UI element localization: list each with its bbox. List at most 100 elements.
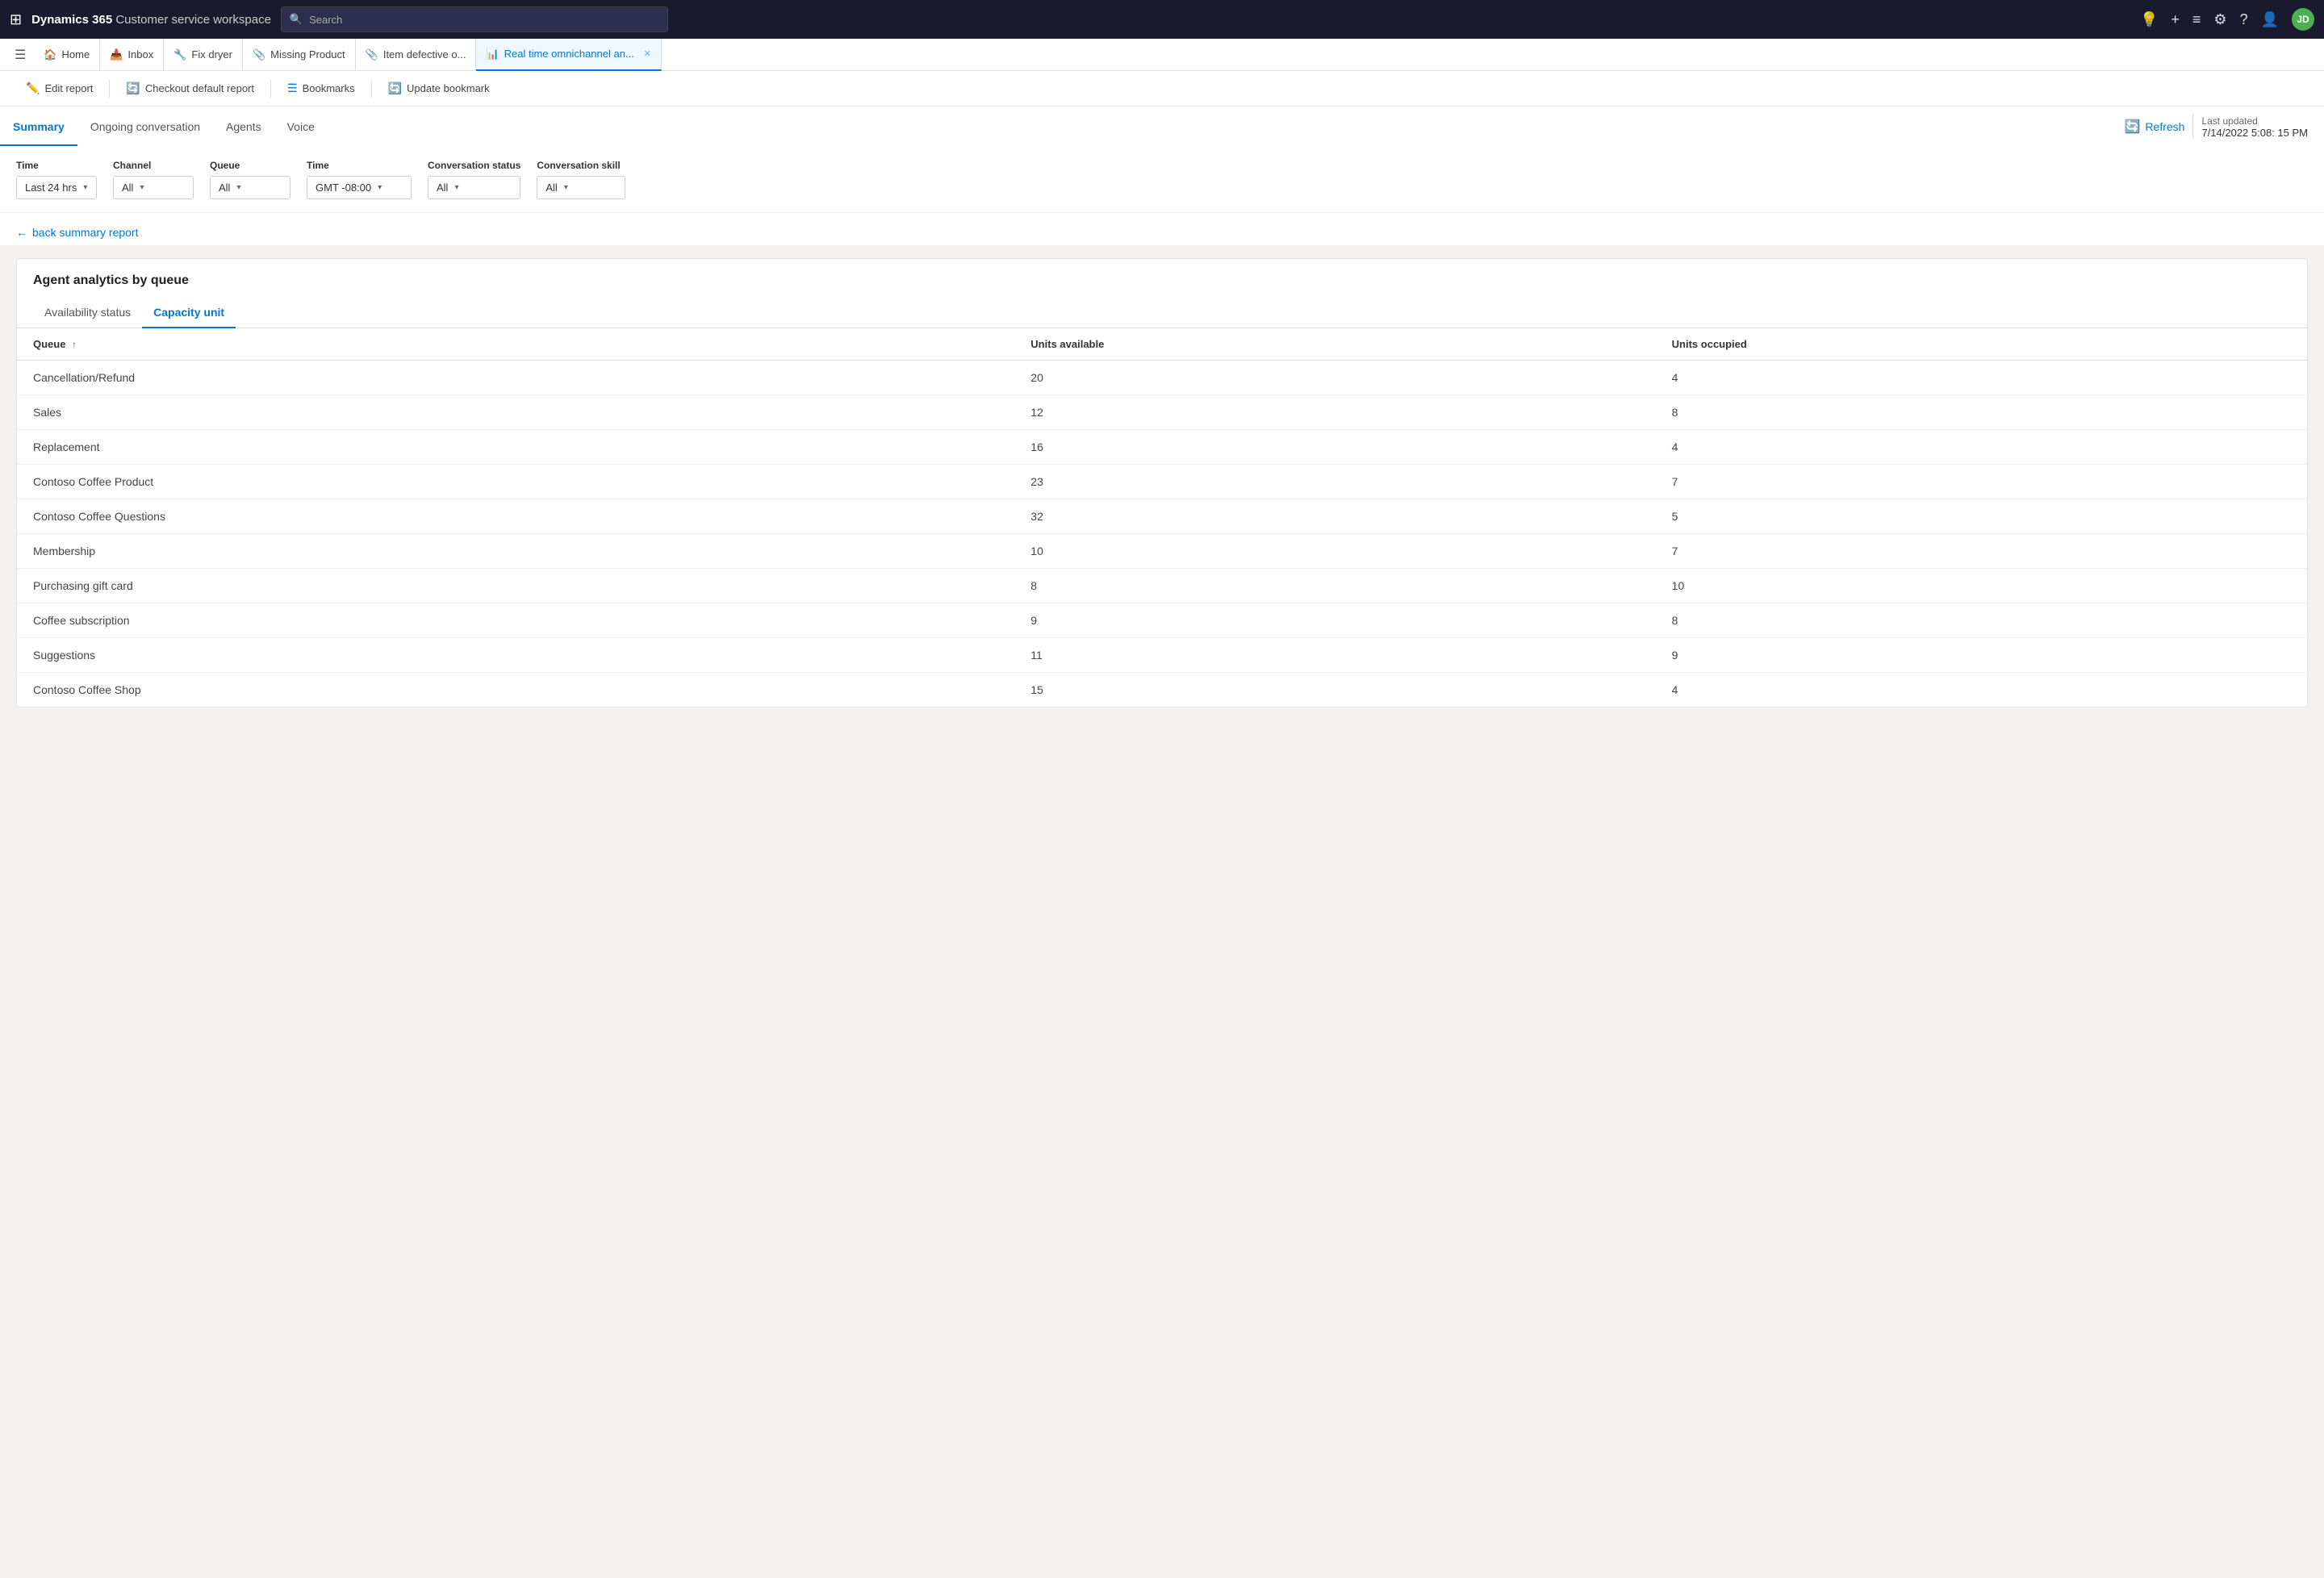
cell-queue-6: Purchasing gift card	[17, 569, 1014, 603]
filter-queue-select[interactable]: All ▾	[210, 176, 290, 199]
filter-time1-value: Last 24 hrs	[25, 182, 77, 194]
filter-conv-skill-label: Conversation skill	[537, 160, 625, 171]
grid-icon[interactable]: ⊞	[10, 11, 22, 28]
bookmarks-button[interactable]: ☰ Bookmarks	[278, 77, 365, 100]
cell-units-occupied-4: 5	[1656, 499, 2307, 534]
tab-realtime[interactable]: 📊 Real time omnichannel an... ✕	[476, 39, 662, 71]
filter-conv-skill-select[interactable]: All ▾	[537, 176, 625, 199]
cell-units-occupied-5: 7	[1656, 534, 2307, 569]
tab-inbox-label: Inbox	[127, 48, 153, 61]
filter-conv-status-value: All	[437, 182, 448, 194]
refresh-icon: 🔄	[2125, 119, 2141, 135]
avatar[interactable]: JD	[2292, 8, 2314, 31]
inbox-icon: 📥	[110, 48, 123, 61]
cell-queue-3: Contoso Coffee Product	[17, 465, 1014, 499]
checkout-default-button[interactable]: 🔄 Checkout default report	[116, 77, 264, 100]
tab-fix-dryer[interactable]: 🔧 Fix dryer	[164, 39, 243, 71]
edit-icon: ✏️	[26, 81, 40, 95]
cell-queue-5: Membership	[17, 534, 1014, 569]
filter-queue-value: All	[219, 182, 230, 194]
hamburger-menu[interactable]: ☰	[6, 47, 34, 63]
tab-summary[interactable]: Summary	[0, 109, 77, 146]
menu-icon[interactable]: ≡	[2192, 11, 2201, 28]
filter-queue: Queue All ▾	[210, 160, 290, 199]
table-row: Sales 12 8	[17, 395, 2307, 430]
analytics-card: Agent analytics by queue Availability st…	[16, 258, 2308, 708]
table-row: Coffee subscription 9 8	[17, 603, 2307, 638]
refresh-button[interactable]: 🔄 Refresh	[2125, 119, 2185, 135]
table-row: Replacement 16 4	[17, 430, 2307, 465]
notifications-icon[interactable]: 👤	[2261, 11, 2279, 28]
filter-queue-label: Queue	[210, 160, 290, 171]
chevron-time2: ▾	[378, 183, 382, 192]
tab-missing-product-label: Missing Product	[270, 48, 345, 61]
bookmarks-label: Bookmarks	[303, 82, 355, 94]
tab-missing-product[interactable]: 📎 Missing Product	[243, 39, 356, 71]
filter-channel-label: Channel	[113, 160, 194, 171]
tab-item-defective[interactable]: 📎 Item defective o...	[356, 39, 477, 71]
update-bookmark-icon: 🔄	[388, 81, 402, 95]
search-bar[interactable]: 🔍 Search	[281, 6, 668, 32]
chevron-conv-status: ▾	[454, 183, 458, 192]
filter-time1-label: Time	[16, 160, 97, 171]
filter-channel: Channel All ▾	[113, 160, 194, 199]
filter-conv-status: Conversation status All ▾	[428, 160, 520, 199]
sort-icon: ↑	[72, 340, 77, 350]
table-row: Contoso Coffee Product 23 7	[17, 465, 2307, 499]
checkout-icon: 🔄	[126, 81, 140, 95]
section-tabs-bar: Summary Ongoing conversation Agents Voic…	[0, 106, 2324, 147]
table-row: Contoso Coffee Questions 32 5	[17, 499, 2307, 534]
back-link[interactable]: ← back summary report	[0, 213, 2324, 245]
cell-units-available-1: 12	[1014, 395, 1655, 430]
back-link-label: back summary report	[32, 226, 138, 239]
toolbar-divider-1	[109, 80, 110, 98]
cell-units-available-0: 20	[1014, 361, 1655, 395]
inner-tab-availability[interactable]: Availability status	[33, 298, 142, 328]
help-icon[interactable]: ?	[2240, 11, 2248, 28]
chevron-conv-skill: ▾	[564, 183, 568, 192]
cell-units-available-9: 15	[1014, 673, 1655, 708]
tab-close-realtime[interactable]: ✕	[644, 48, 651, 59]
refresh-divider	[2192, 115, 2193, 139]
table-body: Cancellation/Refund 20 4 Sales 12 8 Repl…	[17, 361, 2307, 708]
agents-label: Agents	[226, 120, 261, 133]
cell-queue-7: Coffee subscription	[17, 603, 1014, 638]
filter-time1-select[interactable]: Last 24 hrs ▾	[16, 176, 97, 199]
settings-icon[interactable]: ⚙	[2213, 11, 2226, 28]
filters-row: Time Last 24 hrs ▾ Channel All ▾ Queue A…	[0, 147, 2324, 213]
filter-conv-status-select[interactable]: All ▾	[428, 176, 520, 199]
summary-label: Summary	[13, 120, 65, 133]
table-row: Purchasing gift card 8 10	[17, 569, 2307, 603]
refresh-area: 🔄 Refresh Last updated 7/14/2022 5:08: 1…	[2109, 106, 2324, 147]
add-icon[interactable]: +	[2171, 11, 2180, 28]
refresh-label: Refresh	[2145, 120, 2184, 133]
tab-fix-dryer-label: Fix dryer	[191, 48, 232, 61]
tab-ongoing-conversation[interactable]: Ongoing conversation	[77, 109, 213, 146]
col-queue[interactable]: Queue ↑	[17, 328, 1014, 361]
section-tabs: Summary Ongoing conversation Agents Voic…	[0, 109, 328, 145]
filter-time2-select[interactable]: GMT -08:00 ▾	[307, 176, 412, 199]
col-units-available: Units available	[1014, 328, 1655, 361]
edit-report-button[interactable]: ✏️ Edit report	[16, 77, 102, 100]
cell-queue-0: Cancellation/Refund	[17, 361, 1014, 395]
tab-voice[interactable]: Voice	[274, 109, 328, 146]
tab-inbox[interactable]: 📥 Inbox	[100, 39, 164, 71]
cell-units-available-8: 11	[1014, 638, 1655, 673]
inner-tab-capacity[interactable]: Capacity unit	[142, 298, 236, 328]
tab-home[interactable]: 🏠 Home	[34, 39, 100, 71]
card-title: Agent analytics by queue	[17, 259, 2307, 298]
update-bookmark-button[interactable]: 🔄 Update bookmark	[378, 77, 499, 100]
last-updated: Last updated 7/14/2022 5:08: 15 PM	[2201, 115, 2308, 139]
checkout-default-label: Checkout default report	[145, 82, 254, 94]
back-arrow-icon: ←	[16, 226, 27, 239]
voice-label: Voice	[287, 120, 315, 133]
cell-units-occupied-9: 4	[1656, 673, 2307, 708]
filter-channel-select[interactable]: All ▾	[113, 176, 194, 199]
toolbar-divider-2	[270, 80, 271, 98]
app-title: Dynamics 365 Customer service workspace	[31, 13, 271, 27]
filter-time2-value: GMT -08:00	[316, 182, 371, 194]
realtime-icon: 📊	[486, 48, 499, 61]
lightbulb-icon[interactable]: 💡	[2140, 11, 2158, 28]
cell-queue-4: Contoso Coffee Questions	[17, 499, 1014, 534]
tab-agents[interactable]: Agents	[213, 109, 274, 146]
